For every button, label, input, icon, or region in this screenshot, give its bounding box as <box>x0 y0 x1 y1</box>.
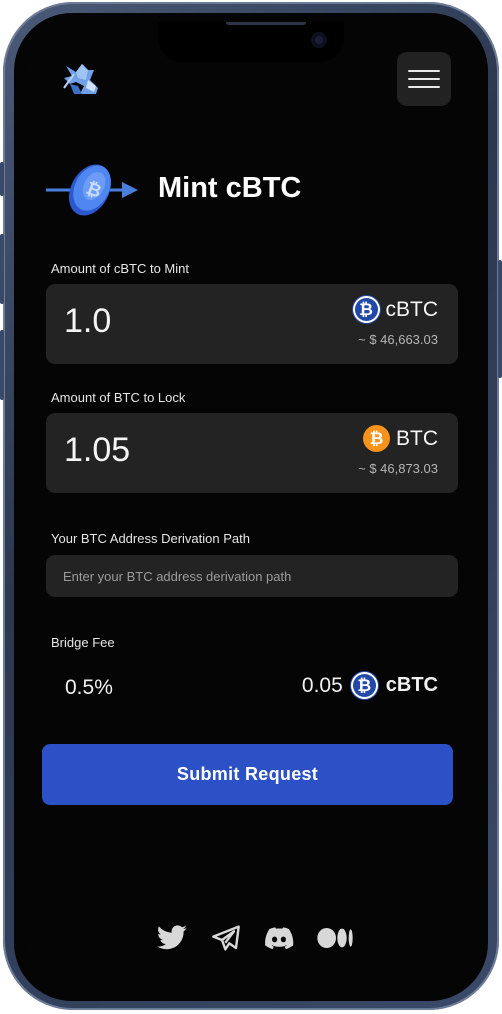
hamburger-menu-button[interactable] <box>397 52 451 106</box>
menu-line <box>408 78 440 80</box>
mint-arrow-coin-icon: ₿ <box>46 160 146 224</box>
mint-amount-value[interactable]: 1.0 <box>64 302 111 341</box>
mute-switch <box>0 162 4 196</box>
discord-icon[interactable] <box>263 922 295 954</box>
volume-up-button <box>0 234 4 304</box>
earpiece <box>226 22 306 25</box>
lock-amount-field[interactable]: 1.05 ₿ BTC ~ $ 46,873.03 <box>46 413 458 493</box>
front-camera <box>311 32 327 48</box>
bridge-fee-percent: 0.5% <box>65 676 113 699</box>
mint-token-symbol: cBTC <box>385 297 439 321</box>
twitter-icon[interactable] <box>156 922 188 954</box>
telegram-icon[interactable] <box>210 922 242 954</box>
lock-usd-value: ~ $ 46,873.03 <box>358 461 438 476</box>
page-title: Mint cBTC <box>158 172 302 204</box>
lock-amount-label: Amount of BTC to Lock <box>51 390 186 405</box>
mint-usd-value: ~ $ 46,663.03 <box>358 332 438 347</box>
mint-amount-field[interactable]: 1.0 ₿ cBTC ~ $ 46,663.03 <box>46 284 458 364</box>
volume-down-button <box>0 330 4 400</box>
bridge-fee-amount-group: 0.05 ₿ cBTC <box>302 672 438 699</box>
knight-logo-icon[interactable] <box>60 58 106 100</box>
bridge-fee-amount: 0.05 <box>301 673 343 697</box>
submit-request-button[interactable]: Submit Request <box>42 744 453 805</box>
mint-token-selector: ₿ cBTC <box>352 296 439 323</box>
derivation-path-label: Your BTC Address Derivation Path <box>51 531 250 546</box>
notch <box>158 22 344 62</box>
cbtc-coin-icon: ₿ <box>350 672 378 699</box>
page-header: ₿ Mint cBTC <box>46 160 446 224</box>
lock-token-symbol: BTC <box>396 426 438 450</box>
menu-line <box>408 86 440 88</box>
btc-coin-icon: ₿ <box>363 425 390 452</box>
menu-line <box>408 70 440 72</box>
derivation-path-input[interactable] <box>46 555 458 597</box>
bridge-fee-token-symbol: cBTC <box>385 674 438 696</box>
power-button <box>498 260 502 378</box>
cbtc-coin-icon: ₿ <box>352 296 380 323</box>
app-screen: ₿ Mint cBTC Amount of cBTC to Mint 1.0 ₿… <box>24 22 478 992</box>
mint-amount-label: Amount of cBTC to Mint <box>51 261 189 276</box>
medium-icon[interactable] <box>316 922 356 954</box>
bridge-fee-label: Bridge Fee <box>51 635 115 650</box>
social-links <box>156 922 356 954</box>
lock-amount-value[interactable]: 1.05 <box>64 431 130 470</box>
lock-token-selector: ₿ BTC <box>363 425 438 452</box>
